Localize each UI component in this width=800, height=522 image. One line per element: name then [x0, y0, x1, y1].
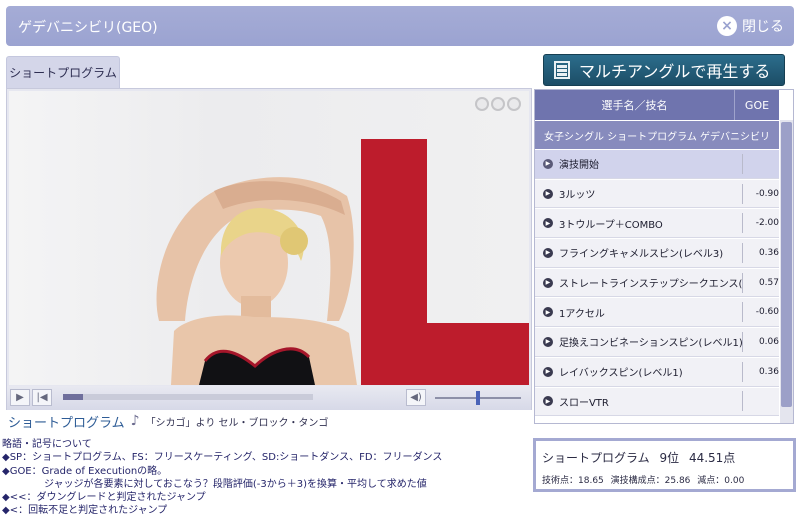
seek-bar[interactable] — [63, 394, 313, 400]
element-goe: 0.36 — [742, 361, 779, 382]
play-circle-icon: ▶ — [543, 188, 553, 199]
legend-line: ◆GOE：Grade of Executionの略。 — [2, 465, 168, 477]
tab-short-program[interactable]: ショートプログラム — [6, 56, 120, 88]
header-goe: GOE — [744, 98, 770, 112]
video-frame[interactable] — [9, 91, 529, 385]
window-title: ゲデバニシビリ(GEO) — [18, 20, 158, 36]
element-name: 演技開始 — [558, 160, 599, 172]
video-player: ▶ |◀ ◀) — [6, 88, 532, 410]
play-circle-icon: ▶ — [543, 396, 553, 407]
element-name: 3トウループ＋COMBO — [558, 219, 663, 231]
legend-line: ◆<<：ダウングレードと判定されたジャンプ — [2, 492, 206, 504]
header-name: 選手名／技名 — [535, 90, 735, 120]
element-row[interactable]: ▶ 3トウループ＋COMBO -2.00 — [535, 209, 779, 239]
speaker-icon[interactable]: ◀) — [406, 389, 426, 406]
element-name: レイバックスピン(レベル1) — [558, 368, 683, 380]
score-rank: 9位 — [659, 451, 680, 465]
element-name: 1アクセル — [558, 308, 605, 320]
play-circle-icon: ▶ — [543, 247, 553, 258]
nhk-logo — [475, 97, 521, 111]
element-goe — [742, 391, 779, 412]
scrollbar-thumb[interactable] — [781, 122, 792, 407]
scrollbar[interactable] — [780, 120, 793, 423]
element-goe: 0.57 — [742, 272, 779, 293]
play-circle-icon: ▶ — [543, 218, 553, 229]
element-row[interactable]: ▶ 3ルッツ -0.90 — [535, 179, 779, 209]
close-button[interactable]: × 閉じる — [717, 15, 784, 37]
multi-angle-label: マルチアングルで再生する — [579, 62, 771, 81]
program-caption: ショートプログラム ♪ 「シカゴ」より セル・ブロック・タンゴ — [8, 411, 328, 431]
play-circle-icon: ▶ — [543, 336, 553, 347]
element-row[interactable]: ▶ フライングキャメルスピン(レベル3) 0.36 — [535, 239, 779, 268]
score-program: ショートプログラム — [542, 451, 650, 465]
score-deductions: 減点：0.00 — [697, 476, 745, 486]
play-circle-icon: ▶ — [543, 277, 553, 288]
multi-angle-icon — [554, 61, 570, 79]
seek-bar-fill — [63, 394, 83, 400]
play-circle-icon: ▶ — [543, 307, 553, 318]
element-row[interactable]: ▶ レイバックスピン(レベル1) 0.36 — [535, 357, 779, 387]
play-circle-icon: ▶ — [543, 158, 553, 169]
rewind-button[interactable]: |◀ — [32, 389, 52, 406]
element-panel: 選手名／技名 GOE 女子シングル ショートプログラム ゲデバニシビリ ▶ 演技開… — [534, 89, 794, 424]
element-name: ストレートラインステップシークエンス(レベル3) — [558, 279, 743, 291]
music-note-icon: ♪ — [130, 413, 140, 429]
element-name: スローVTR — [558, 397, 609, 409]
score-box: ショートプログラム 9位 44.51点 技術点：18.65 演技構成点：25.8… — [533, 438, 796, 492]
legend-line: ◆<：回転不足と判定されたジャンプ — [2, 505, 168, 517]
play-circle-icon: ▶ — [543, 366, 553, 377]
legend-heading: 略語・記号について — [2, 439, 92, 450]
element-name: フライングキャメルスピン(レベル3) — [558, 249, 724, 261]
score-components: 演技構成点：25.86 — [610, 476, 691, 486]
element-goe: 0.36 — [742, 242, 779, 263]
play-button[interactable]: ▶ — [10, 389, 30, 406]
element-row[interactable]: ▶ ストレートラインステップシークエンス(レベル3)0.57 — [535, 268, 779, 298]
element-goe: -0.90 — [742, 183, 779, 204]
player-controls: ▶ |◀ ◀) — [7, 386, 531, 410]
element-goe: -2.00 — [742, 213, 779, 234]
close-label: 閉じる — [742, 19, 784, 35]
legend: 略語・記号について ◆SP：ショートプログラム、FS：フリースケーティング、SD… — [2, 438, 522, 518]
caption-music: 「シカゴ」より セル・ブロック・タンゴ — [145, 417, 329, 429]
element-row[interactable]: ▶ 1アクセル -0.60 — [535, 298, 779, 328]
element-name: 3ルッツ — [558, 190, 596, 202]
close-icon: × — [717, 16, 737, 36]
title-bar: ゲデバニシビリ(GEO) × 閉じる — [6, 6, 794, 46]
score-total: 44.51点 — [688, 451, 736, 465]
volume-knob[interactable] — [476, 391, 480, 405]
panel-program-title: 女子シングル ショートプログラム ゲデバニシビリ — [535, 121, 779, 149]
element-goe: -0.60 — [742, 302, 779, 323]
score-technical: 技術点：18.65 — [542, 476, 604, 486]
element-goe — [742, 153, 779, 174]
element-row[interactable]: ▶ 足換えコンビネーションスピン(レベル1) 0.06 — [535, 328, 779, 357]
legend-line: ◆SP：ショートプログラム、FS：フリースケーティング、SD:ショートダンス、F… — [2, 452, 443, 464]
element-row[interactable]: ▶ 演技開始 — [535, 150, 779, 179]
skater-image — [156, 177, 357, 385]
multi-angle-button[interactable]: マルチアングルで再生する — [543, 54, 785, 86]
caption-program: ショートプログラム — [8, 415, 125, 431]
legend-line: ジャッジが各要素に対しておこなう？段階評価(-3から＋3)を換算・平均して求めた… — [44, 478, 427, 490]
element-list: ▶ 演技開始 ▶ 3ルッツ -0.90 ▶ 3トウループ＋COMBO -2.00 ▶ フライングキ… — [535, 150, 779, 417]
panel-header: 選手名／技名 GOE — [535, 90, 779, 120]
element-row[interactable]: ▶ スローVTR — [535, 387, 779, 417]
element-name: 足換えコンビネーションスピン(レベル1) — [558, 338, 743, 350]
element-goe: 0.06 — [742, 331, 779, 352]
